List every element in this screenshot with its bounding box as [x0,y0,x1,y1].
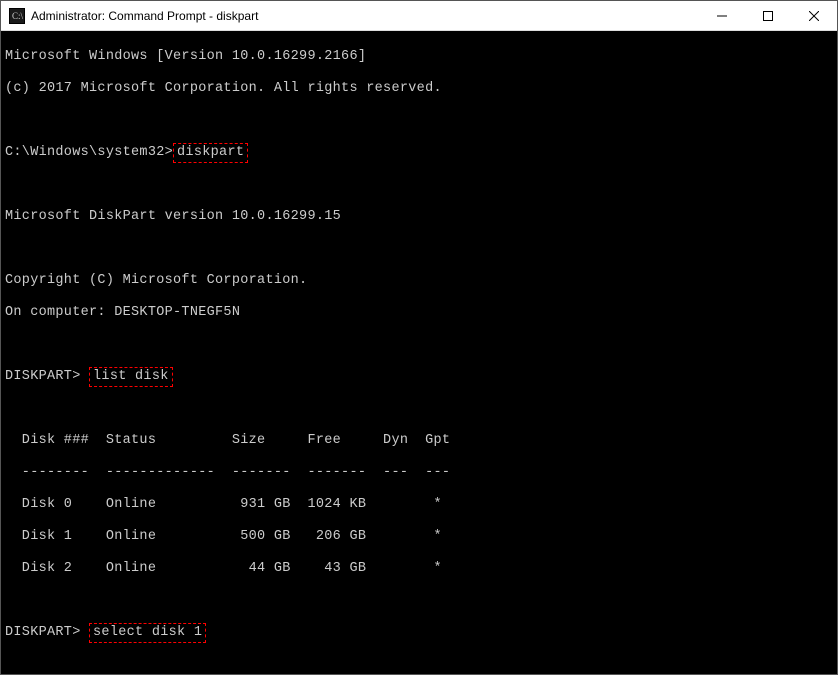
table-row: Disk 0 Online 931 GB 1024 KB * [5,497,442,512]
copyright-line: (c) 2017 Microsoft Corporation. All righ… [5,81,442,96]
terminal-output[interactable]: Microsoft Windows [Version 10.0.16299.21… [1,31,837,674]
cmd-icon: C:\ [9,8,25,24]
window-controls [699,1,837,30]
command-prompt-window: C:\ Administrator: Command Prompt - disk… [0,0,838,675]
cmd-list-disk: list disk [89,367,173,387]
version-line: Microsoft Windows [Version 10.0.16299.21… [5,49,366,64]
maximize-button[interactable] [745,1,791,30]
diskpart-copyright: Copyright (C) Microsoft Corporation. [5,273,307,288]
close-button[interactable] [791,1,837,30]
window-title: Administrator: Command Prompt - diskpart [31,9,699,23]
diskpart-version: Microsoft DiskPart version 10.0.16299.15 [5,209,341,224]
prompt: DISKPART> [5,625,89,640]
svg-text:C:\: C:\ [12,11,24,21]
computer-name: On computer: DESKTOP-TNEGF5N [5,305,240,320]
disk-separator: -------- ------------- ------- ------- -… [5,465,450,480]
minimize-button[interactable] [699,1,745,30]
disk-header: Disk ### Status Size Free Dyn Gpt [5,433,450,448]
cmd-diskpart: diskpart [173,143,248,163]
titlebar[interactable]: C:\ Administrator: Command Prompt - disk… [1,1,837,31]
table-row: Disk 1 Online 500 GB 206 GB * [5,529,442,544]
table-row: Disk 2 Online 44 GB 43 GB * [5,561,442,576]
prompt: C:\Windows\system32> [5,145,173,160]
prompt: DISKPART> [5,369,89,384]
cmd-select-disk: select disk 1 [89,623,206,643]
